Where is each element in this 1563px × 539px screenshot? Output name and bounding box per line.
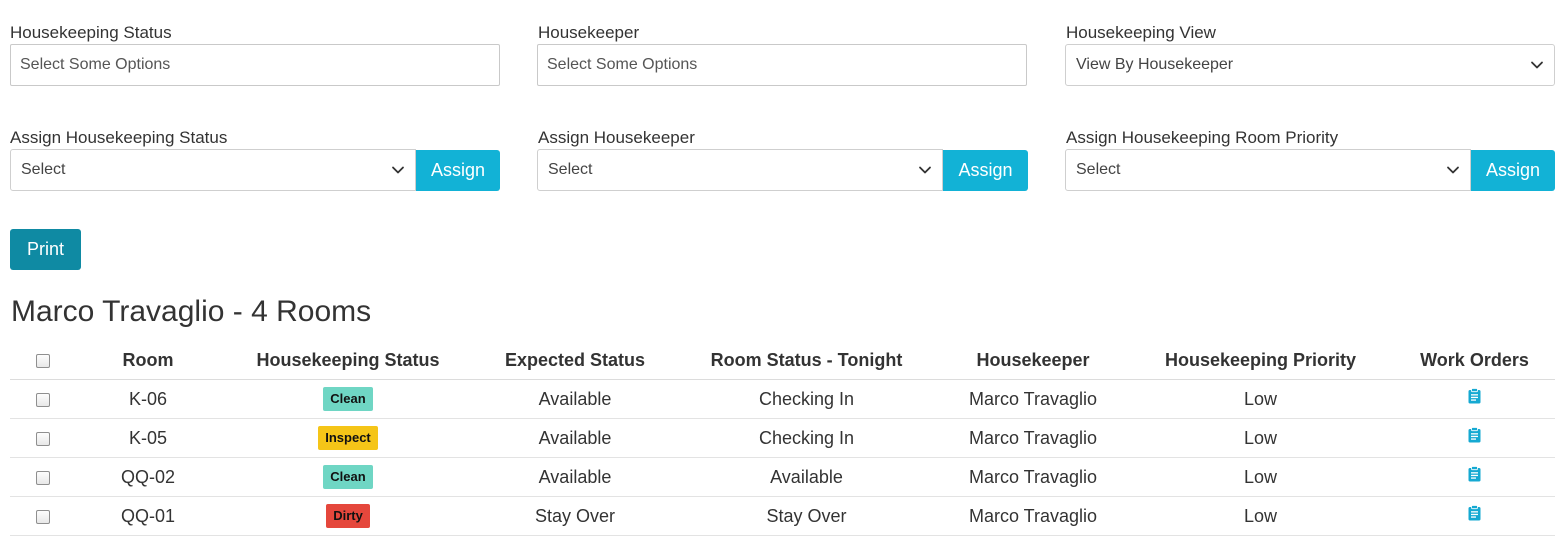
chevron-down-icon [919, 166, 931, 174]
column-header-housekeeper: Housekeeper [939, 341, 1127, 380]
assign-housekeeper-label: Assign Housekeeper [538, 128, 695, 147]
assign-housekeeper-button[interactable]: Assign [943, 150, 1028, 191]
expected-status-cell: Stay Over [476, 496, 674, 536]
priority-cell: Low [1127, 379, 1394, 419]
clipboard-icon[interactable] [1468, 426, 1481, 443]
assign-priority-label: Assign Housekeeping Room Priority [1066, 128, 1339, 147]
housekeeping-status-placeholder: Select Some Options [20, 56, 171, 73]
housekeeper-cell: Marco Travaglio [939, 496, 1127, 536]
room-cell: K-06 [76, 379, 220, 419]
assign-priority-select[interactable]: Select [1065, 149, 1471, 191]
row-select-cell [10, 457, 76, 497]
housekeeper-cell: Marco Travaglio [939, 457, 1127, 497]
clipboard-icon[interactable] [1468, 465, 1481, 482]
status-badge: Clean [323, 387, 373, 411]
assign-priority-value: Select [1076, 161, 1121, 178]
chevron-down-icon [392, 166, 404, 174]
work-orders-cell [1394, 418, 1555, 458]
housekeeper-cell: Marco Travaglio [939, 379, 1127, 419]
housekeeping-view-label: Housekeeping View [1066, 23, 1216, 42]
column-header-expected-status: Expected Status [476, 341, 674, 380]
status-cell: Clean [220, 379, 476, 419]
group-title: Marco Travaglio - 4 Rooms [11, 295, 372, 328]
room-status-tonight-cell: Available [674, 457, 939, 497]
column-header-work-orders: Work Orders [1394, 341, 1555, 380]
housekeeper-multiselect[interactable]: Select Some Options [537, 44, 1027, 86]
column-header-housekeeping-status: Housekeeping Status [220, 341, 476, 380]
room-cell: QQ-02 [76, 457, 220, 497]
housekeeping-status-multiselect[interactable]: Select Some Options [10, 44, 500, 86]
assign-status-button[interactable]: Assign [416, 150, 500, 191]
status-cell: Clean [220, 457, 476, 497]
priority-cell: Low [1127, 418, 1394, 458]
select-all-cell [10, 341, 76, 380]
chevron-down-icon [1531, 61, 1543, 69]
row-select-cell [10, 418, 76, 458]
assign-housekeeper-select[interactable]: Select [537, 149, 943, 191]
table-row: QQ-01 Dirty Stay Over Stay Over Marco Travag… [10, 496, 1555, 536]
table-header-row: Room Housekeeping Status Expected Status… [10, 341, 1555, 380]
status-cell: Inspect [220, 418, 476, 458]
row-checkbox[interactable] [36, 392, 50, 407]
row-checkbox[interactable] [36, 509, 50, 524]
assign-housekeeper-value: Select [548, 161, 593, 178]
assign-status-value: Select [21, 161, 66, 178]
housekeeper-placeholder: Select Some Options [547, 56, 698, 73]
status-cell: Dirty [220, 496, 476, 536]
room-cell: K-05 [76, 418, 220, 458]
room-cell: QQ-01 [76, 496, 220, 536]
priority-cell: Low [1127, 496, 1394, 536]
room-status-tonight-cell: Checking In [674, 418, 939, 458]
room-status-tonight-cell: Checking In [674, 379, 939, 419]
column-header-room: Room [76, 341, 220, 380]
expected-status-cell: Available [476, 418, 674, 458]
rooms-table: Room Housekeeping Status Expected Status… [10, 341, 1555, 536]
table-row: K-06 Clean Available Checking In Marco Trava… [10, 379, 1555, 419]
housekeeping-view-value: View By Housekeeper [1076, 56, 1234, 73]
row-select-cell [10, 379, 76, 419]
row-select-cell [10, 496, 76, 536]
assign-priority-button[interactable]: Assign [1471, 150, 1555, 191]
chevron-down-icon [1447, 166, 1459, 174]
expected-status-cell: Available [476, 457, 674, 497]
assign-status-label: Assign Housekeeping Status [10, 128, 228, 147]
housekeeping-view-select[interactable]: View By Housekeeper [1065, 44, 1555, 86]
work-orders-cell [1394, 457, 1555, 497]
status-badge: Inspect [318, 426, 378, 450]
status-badge: Clean [323, 465, 373, 489]
assign-status-select[interactable]: Select [10, 149, 416, 191]
print-button[interactable]: Print [10, 229, 81, 270]
clipboard-icon[interactable] [1468, 387, 1481, 404]
row-checkbox[interactable] [36, 431, 50, 446]
work-orders-cell [1394, 379, 1555, 419]
column-header-housekeeping-priority: Housekeeping Priority [1127, 341, 1394, 380]
select-all-checkbox[interactable] [36, 353, 50, 368]
expected-status-cell: Available [476, 379, 674, 419]
table-row: K-05 Inspect Available Checking In Marco Tra… [10, 418, 1555, 458]
housekeeper-label: Housekeeper [538, 23, 640, 42]
housekeeper-cell: Marco Travaglio [939, 418, 1127, 458]
priority-cell: Low [1127, 457, 1394, 497]
work-orders-cell [1394, 496, 1555, 536]
clipboard-icon[interactable] [1468, 504, 1481, 521]
status-badge: Dirty [326, 504, 370, 528]
column-header-room-status-tonight: Room Status - Tonight [674, 341, 939, 380]
table-row: QQ-02 Clean Available Available Marco Travag… [10, 457, 1555, 497]
row-checkbox[interactable] [36, 470, 50, 485]
room-status-tonight-cell: Stay Over [674, 496, 939, 536]
housekeeping-status-label: Housekeeping Status [10, 23, 172, 42]
